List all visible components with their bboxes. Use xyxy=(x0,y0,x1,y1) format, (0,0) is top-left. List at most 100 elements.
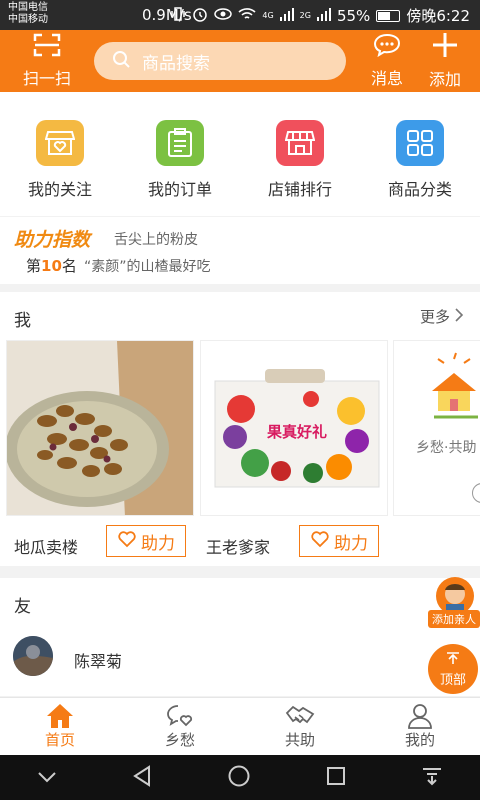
user-icon xyxy=(407,703,433,729)
app-screen: 中国电信 中国移动 0.9M/s 4G 2G 55% 傍晚6:22 扫一扫 商品… xyxy=(0,0,480,800)
tab-home-label: 首页 xyxy=(44,731,75,749)
notification-pull-icon[interactable] xyxy=(421,766,443,790)
me-section: 我 更多 果真好礼 乡愁·共助 地瓜卖楼 助力 王老爹家 助力 xyxy=(0,292,480,566)
arrow-up-icon xyxy=(446,651,460,669)
more-button[interactable]: 更多 xyxy=(420,306,464,327)
friend-name[interactable]: 陈翠菊 xyxy=(74,648,122,672)
help-label-2: 助力 xyxy=(334,533,368,554)
rank-prefix: 第 xyxy=(26,257,42,275)
home-icon xyxy=(46,703,74,729)
product-card-2[interactable]: 果真好礼 xyxy=(200,340,388,516)
quick-label-follow: 我的关注 xyxy=(27,180,92,199)
friend-section: 友 陈翠菊 xyxy=(0,578,480,696)
battery-icon xyxy=(376,9,401,22)
quick-label-ranking: 店铺排行 xyxy=(267,180,332,199)
search-icon xyxy=(112,50,130,73)
recent-apps-icon[interactable] xyxy=(326,766,346,790)
ranking-panel[interactable]: 助力指数 舌尖上的粉皮 第10名 “素颜”的山楂最好吃 xyxy=(0,217,480,284)
hide-nav-icon[interactable] xyxy=(37,768,57,787)
scan-icon xyxy=(33,33,61,61)
me-section-title: 我 xyxy=(14,311,31,331)
signal-2g-icon: 2G xyxy=(299,10,311,20)
more-label: 更多 xyxy=(419,308,450,326)
vibrate-icon xyxy=(170,6,186,25)
friend-section-title: 友 xyxy=(14,597,31,617)
back-icon[interactable] xyxy=(132,764,152,791)
add-label: 添加 xyxy=(428,70,461,89)
bottom-tab-bar: 首页 乡愁 共助 我的 xyxy=(0,697,480,755)
add-button[interactable]: 添加 xyxy=(418,30,472,92)
message-label: 消息 xyxy=(370,69,403,88)
heart-icon xyxy=(117,530,137,553)
signal-4g-icon: 4G xyxy=(262,10,274,20)
quick-item-category[interactable]: 商品分类 xyxy=(360,92,480,216)
back-to-top-label: 顶部 xyxy=(439,672,466,688)
network-1-label: 4G xyxy=(262,10,274,20)
tab-nostalgia[interactable]: 乡愁 xyxy=(120,698,240,755)
signal-bars-2-icon xyxy=(316,7,331,25)
quick-label-orders: 我的订单 xyxy=(147,180,212,199)
status-bar: 中国电信 中国移动 0.9M/s 4G 2G 55% 傍晚6:22 xyxy=(0,0,480,30)
alarm-icon xyxy=(192,6,208,26)
product-image-3 xyxy=(394,341,480,421)
help-label-1: 助力 xyxy=(141,533,175,554)
tab-home[interactable]: 首页 xyxy=(0,698,120,755)
help-button-1[interactable]: 助力 xyxy=(106,525,186,557)
wifi-icon xyxy=(238,7,256,25)
ranking-headline-1: 舌尖上的粉皮 xyxy=(114,232,198,248)
heart-icon xyxy=(310,530,330,553)
tab-mine-label: 我的 xyxy=(404,731,435,749)
tab-mutual-help[interactable]: 共助 xyxy=(240,698,360,755)
quick-item-follow[interactable]: 我的关注 xyxy=(0,92,120,216)
avatar[interactable] xyxy=(13,636,53,676)
app-header: 扫一扫 商品搜索 消息 添加 xyxy=(0,30,480,92)
add-relative-label: 添加亲人 xyxy=(428,610,480,628)
tab-nostalgia-label: 乡愁 xyxy=(164,731,195,749)
system-nav-bar xyxy=(0,755,480,800)
rank-suffix: 名 xyxy=(61,257,77,275)
chat-bubble-icon xyxy=(373,33,401,61)
product-image-1 xyxy=(7,341,193,515)
shop-heart-icon xyxy=(36,120,84,166)
network-2-label: 2G xyxy=(299,10,311,20)
rank-number: 10 xyxy=(41,257,62,275)
battery-percent: 55% xyxy=(336,6,371,25)
circle-icon xyxy=(472,483,480,503)
add-relative-button[interactable]: 添加亲人 xyxy=(426,576,480,628)
scan-button[interactable]: 扫一扫 xyxy=(12,30,82,92)
home-circle-icon[interactable] xyxy=(227,764,251,792)
store-icon xyxy=(276,120,324,166)
status-icons: 4G 2G 55% 傍晚6:22 xyxy=(170,5,470,26)
back-to-top-button[interactable]: 顶部 xyxy=(428,644,478,694)
tab-mine[interactable]: 我的 xyxy=(360,698,480,755)
product-image-2: 果真好礼 xyxy=(201,341,387,515)
tab-mutual-help-label: 共助 xyxy=(284,731,315,749)
ranking-position: 第10名 xyxy=(26,255,77,276)
ranking-title: 助力指数 xyxy=(14,229,91,251)
promo-text: 乡愁·共助 xyxy=(416,440,477,456)
chat-heart-icon xyxy=(166,703,194,729)
handshake-icon xyxy=(285,703,315,729)
message-button[interactable]: 消息 xyxy=(360,30,414,92)
quick-menu: 我的关注 我的订单 店铺排行 商品分类 xyxy=(0,92,480,216)
clipboard-icon xyxy=(156,120,204,166)
quick-item-ranking[interactable]: 店铺排行 xyxy=(240,92,360,216)
carrier-1: 中国电信 xyxy=(8,2,48,13)
product-name-2: 王老爹家 xyxy=(206,538,271,557)
search-input[interactable]: 商品搜索 xyxy=(94,42,346,80)
help-button-2[interactable]: 助力 xyxy=(299,525,379,557)
eye-icon xyxy=(214,7,233,25)
scan-label: 扫一扫 xyxy=(22,69,71,88)
search-placeholder: 商品搜索 xyxy=(142,53,210,74)
signal-bars-icon xyxy=(279,7,294,25)
product-card-1[interactable] xyxy=(6,340,194,516)
clock: 傍晚6:22 xyxy=(406,7,470,25)
carrier-info: 中国电信 中国移动 xyxy=(8,2,48,26)
quick-item-orders[interactable]: 我的订单 xyxy=(120,92,240,216)
product-name-1: 地瓜卖楼 xyxy=(14,538,79,557)
quick-label-category: 商品分类 xyxy=(387,180,452,199)
chevron-right-icon xyxy=(454,307,464,327)
plus-icon xyxy=(432,32,458,62)
product-card-3[interactable]: 乡愁·共助 xyxy=(393,340,480,516)
ranking-headline-2: “素颜”的山楂最好吃 xyxy=(84,259,211,275)
